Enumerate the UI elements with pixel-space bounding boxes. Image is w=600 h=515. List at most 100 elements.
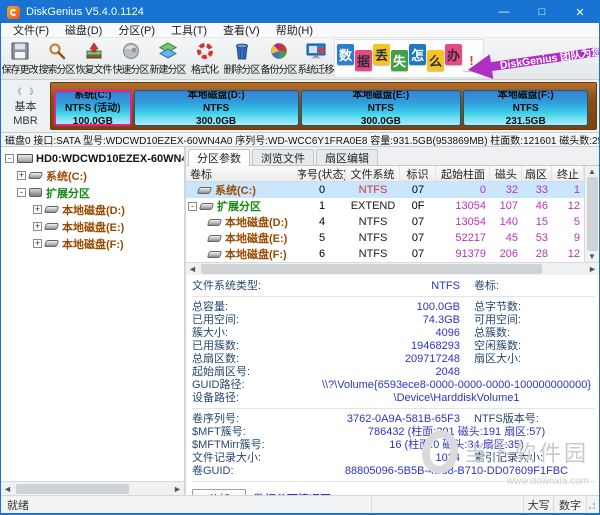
table-row[interactable]: 系统(C:) 0 NTFS 07 0 32 33 1 — [186, 182, 599, 198]
expand-icon[interactable]: + — [33, 205, 42, 214]
scroll-right-icon[interactable]: ► — [171, 484, 184, 494]
format-button[interactable]: 格式化 — [186, 38, 223, 79]
expand-icon[interactable]: - — [17, 188, 26, 197]
delete-partition-button[interactable]: 删除分区 — [223, 38, 260, 79]
column-head[interactable]: 磁头 — [490, 166, 522, 181]
scroll-up-icon[interactable]: ▲ — [588, 167, 596, 176]
column-volume-label[interactable]: 卷标 — [186, 166, 298, 181]
menu-disk[interactable]: 磁盘(D) — [57, 22, 110, 38]
tree-node[interactable]: + 系统(C:) — [1, 167, 184, 184]
tree-node[interactable]: + 本地磁盘(F:) — [1, 235, 184, 252]
resize-grip[interactable] — [587, 499, 599, 511]
save-changes-button[interactable]: 保存更改 — [1, 38, 38, 79]
detail-label: 总容量: — [192, 301, 318, 313]
menu-tools[interactable]: 工具(T) — [163, 22, 215, 38]
partition-block[interactable]: 本地磁盘(F:) NTFS 231.5GB — [463, 90, 588, 126]
tree-node[interactable]: + 本地磁盘(D:) — [1, 201, 184, 218]
partition-name: 本地磁盘(F:) — [498, 90, 554, 102]
table-vertical-scrollbar[interactable]: ▲ ▼ — [584, 166, 599, 262]
tab-browse-files[interactable]: 浏览文件 — [252, 149, 314, 165]
close-button[interactable]: ✕ — [561, 1, 599, 23]
detail-value: 16 (柱面:0 磁头:34 扇区:35) — [318, 439, 595, 451]
scroll-thumb[interactable] — [587, 177, 598, 251]
tree-horizontal-scrollbar[interactable]: ◄ ► — [1, 481, 184, 495]
column-start-cylinder[interactable]: 起始柱面 — [436, 166, 490, 181]
expand-icon[interactable]: + — [33, 239, 42, 248]
table-row[interactable]: - 扩展分区 1 EXTEND 0F 13054 107 46 12 — [186, 198, 599, 214]
search-partition-button[interactable]: 搜索分区 — [38, 38, 75, 79]
partition-block[interactable]: 本地磁盘(E:) NTFS 300.0GB — [301, 90, 462, 126]
partition-icon — [44, 206, 59, 213]
status-bar: 就绪 大写 数字 — [1, 495, 599, 513]
column-filesystem[interactable]: 文件系统 — [346, 166, 400, 181]
partition-icon — [28, 172, 43, 179]
scroll-right-icon[interactable]: ► — [586, 264, 599, 274]
table-row[interactable]: 本地磁盘(D:) 4 NTFS 07 13054 140 15 5 — [186, 214, 599, 230]
expand-icon[interactable]: - — [188, 202, 197, 211]
ad-banner[interactable]: 数据丢失怎么办! — [334, 39, 484, 78]
analyze-button[interactable]: 分析 — [192, 489, 246, 495]
row-end: 12 — [552, 200, 584, 212]
expand-icon[interactable]: + — [33, 222, 42, 231]
row-volume-label: 本地磁盘(E:) — [186, 230, 298, 246]
minimize-button[interactable]: — — [485, 1, 523, 23]
row-head: 206 — [490, 248, 522, 260]
recover-files-button[interactable]: 恢复文件 — [75, 38, 112, 79]
detail-label: 总扇区数: — [192, 353, 318, 365]
tab-sector-edit[interactable]: 扇区编辑 — [316, 149, 378, 165]
partition-block[interactable]: 系统(C:) NTFS (活动) 100.0GB — [54, 90, 132, 126]
row-sector: 33 — [522, 184, 552, 196]
table-row[interactable]: 本地磁盘(E:) 5 NTFS 07 52217 45 53 9 — [186, 230, 599, 246]
status-ready: 就绪 — [1, 496, 372, 513]
tree-node-label: 本地磁盘(F:) — [62, 236, 124, 252]
partition-block[interactable]: 本地磁盘(D:) NTFS 300.0GB — [134, 90, 299, 126]
scroll-thumb[interactable] — [201, 264, 542, 274]
tree-node-label: 扩展分区 — [46, 185, 90, 201]
next-disk-icon[interactable]: 》 — [30, 86, 38, 97]
new-partition-button[interactable]: 新建分区 — [149, 38, 186, 79]
menu-view[interactable]: 查看(V) — [215, 22, 268, 38]
tree-nodes: + 系统(C:) - 扩展分区 + 本地磁盘(D:) + 本地磁盘(E:) + — [1, 167, 184, 252]
column-id[interactable]: 标识 — [400, 166, 436, 181]
row-filesystem: NTFS — [346, 232, 400, 244]
toolbar-button-label: 搜索分区 — [39, 61, 75, 76]
column-seq-status[interactable]: 序号(状态) — [298, 166, 346, 181]
maximize-button[interactable]: □ — [523, 1, 561, 23]
menu-partition[interactable]: 分区(P) — [110, 22, 163, 38]
column-sector[interactable]: 扇区 — [522, 166, 552, 181]
backup-partition-button[interactable]: 备份分区 — [260, 38, 297, 79]
quick-partition-button[interactable]: 快速分区 — [112, 38, 149, 79]
title-bar: DiskGenius V5.4.0.1124 — □ ✕ — [1, 1, 599, 23]
menu-file[interactable]: 文件(F) — [5, 22, 57, 38]
scroll-left-icon[interactable]: ◄ — [1, 484, 14, 494]
column-end[interactable]: 终止 — [552, 166, 584, 181]
promo-ribbon[interactable]: DiskGenius 团队为您 — [466, 38, 599, 80]
detail-row: 卷GUID: 88805096-5B5B-4B88-B710-DD07609F1… — [192, 465, 595, 482]
scroll-down-icon[interactable]: ▼ — [588, 252, 596, 261]
tab-partition-params[interactable]: 分区参数 — [188, 149, 250, 166]
table-horizontal-scrollbar[interactable]: ◄ ► — [186, 262, 599, 275]
menu-help[interactable]: 帮助(H) — [268, 22, 321, 38]
tree-root-disk[interactable]: - HD0:WDCWD10EZEX-60WN4A0(932G — [1, 150, 184, 167]
system-migrate-button[interactable]: 系统迁移 — [297, 38, 334, 79]
scroll-thumb[interactable] — [16, 484, 129, 494]
tree-node[interactable]: - 扩展分区 — [1, 184, 184, 201]
collapse-icon[interactable]: - — [5, 154, 14, 163]
expand-icon[interactable]: + — [17, 171, 26, 180]
status-section — [372, 496, 524, 513]
detail-label-secondary: 可用空间: — [460, 314, 595, 326]
partition-size: 300.0GB — [361, 115, 401, 127]
scroll-left-icon[interactable]: ◄ — [186, 264, 199, 274]
row-start-cylinder: 52217 — [436, 232, 490, 244]
window-controls: — □ ✕ — [485, 1, 599, 23]
save-icon — [9, 41, 31, 61]
tree-node[interactable]: + 本地磁盘(E:) — [1, 218, 184, 235]
prev-disk-icon[interactable]: 《 — [14, 86, 22, 97]
detail-row: 已用簇数: 19468293 空闲簇数: — [192, 340, 595, 352]
row-seq: 4 — [298, 216, 346, 228]
partition-size: 100.0GB — [73, 115, 113, 127]
promo-text: DiskGenius 团队为您 — [499, 44, 599, 73]
detail-row: 设备路径: \Device\HarddiskVolume1 — [192, 392, 595, 409]
detail-label: 已用簇数: — [192, 340, 318, 352]
table-row[interactable]: 本地磁盘(F:) 6 NTFS 07 91379 206 28 12 — [186, 246, 599, 262]
